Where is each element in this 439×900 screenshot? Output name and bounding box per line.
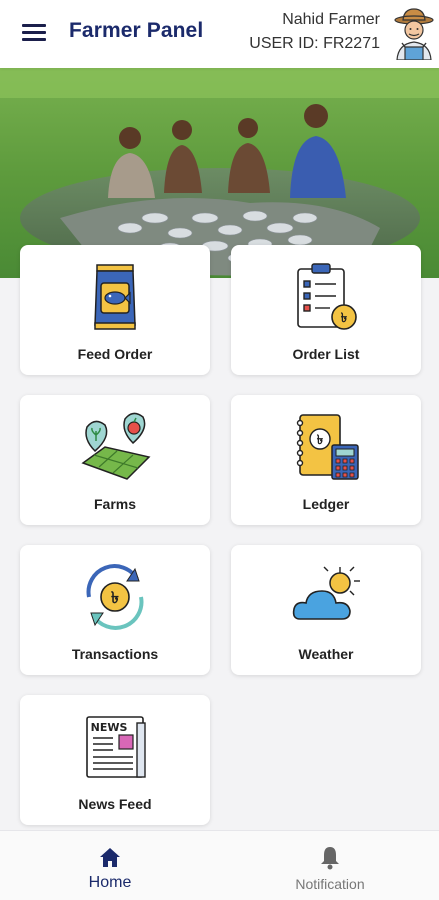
news-feed-card[interactable]: NEWS News Feed xyxy=(20,695,210,825)
news-feed-label: News Feed xyxy=(78,796,152,812)
transactions-card[interactable]: ৳ Transactions xyxy=(20,545,210,675)
nav-notification-label: Notification xyxy=(295,876,365,892)
weather-card[interactable]: Weather xyxy=(231,545,421,675)
taka-exchange-icon: ৳ xyxy=(86,564,144,630)
app-title: Farmer Panel xyxy=(69,19,204,42)
app-header: Farmer Panel Nahid Farmer USER ID: FR227… xyxy=(0,0,439,68)
svg-text:৳: ৳ xyxy=(317,433,324,448)
order-list-label: Order List xyxy=(292,346,360,362)
user-name: Nahid Farmer xyxy=(282,11,380,28)
nav-home[interactable]: Home xyxy=(60,831,160,900)
feed-bag-icon xyxy=(94,264,136,330)
ledger-calculator-icon: ৳ xyxy=(296,414,359,480)
ledger-label: Ledger xyxy=(302,496,350,512)
cloud-sun-icon xyxy=(292,566,360,620)
farmer-avatar-icon[interactable] xyxy=(393,6,435,60)
newspaper-icon: NEWS xyxy=(86,716,146,778)
farms-card[interactable]: Farms xyxy=(20,395,210,525)
user-id: USER ID: FR2271 xyxy=(249,35,380,52)
nav-home-label: Home xyxy=(88,874,132,891)
farm-map-pins-icon xyxy=(81,412,151,480)
order-list-card[interactable]: ৳ Order List xyxy=(231,245,421,375)
nav-notification[interactable]: Notification xyxy=(270,831,390,900)
bottom-navigation: Home Notification xyxy=(0,830,439,900)
bell-icon xyxy=(321,847,339,870)
svg-text:NEWS: NEWS xyxy=(91,721,128,734)
transactions-label: Transactions xyxy=(71,646,159,662)
home-icon xyxy=(100,848,120,867)
clipboard-taka-icon: ৳ xyxy=(297,263,357,330)
feed-order-card[interactable]: Feed Order xyxy=(20,245,210,375)
svg-text:৳: ৳ xyxy=(341,311,348,326)
weather-label: Weather xyxy=(298,646,354,662)
hamburger-menu-icon[interactable] xyxy=(22,22,48,44)
svg-text:৳: ৳ xyxy=(111,588,119,607)
ledger-card[interactable]: ৳ Ledger xyxy=(231,395,421,525)
feed-order-label: Feed Order xyxy=(77,346,153,362)
farms-label: Farms xyxy=(93,496,137,512)
